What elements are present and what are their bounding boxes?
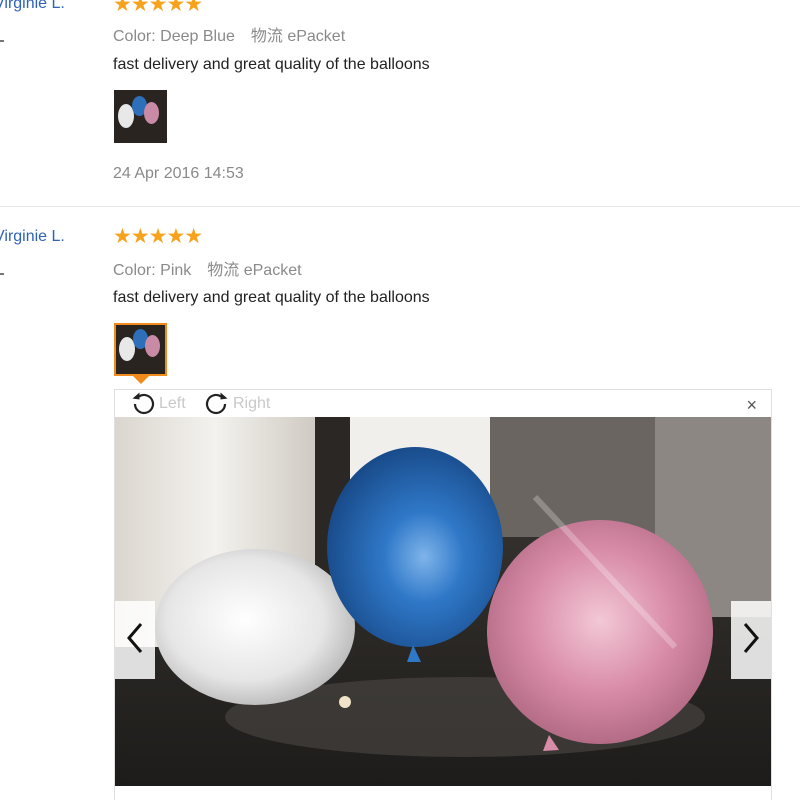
- photo-viewer: Left Right ×: [114, 389, 772, 800]
- balloons-photo: [115, 417, 771, 786]
- shipping-value: ePacket: [287, 28, 346, 45]
- rating-stars: ★★★★★: [113, 225, 203, 248]
- rotate-right-icon: [203, 391, 231, 417]
- color-value: Deep Blue: [160, 28, 235, 45]
- viewer-footer: [115, 786, 771, 800]
- shipping-value: ePacket: [243, 262, 302, 279]
- reviewer-country-marker: [0, 40, 4, 42]
- previous-photo-button[interactable]: [115, 601, 155, 679]
- order-attributes: Color: Deep Blue 物流 ePacket: [113, 22, 345, 46]
- chevron-left-icon: [125, 622, 145, 659]
- shipping-label: 物流: [250, 28, 283, 45]
- next-photo-button[interactable]: [731, 601, 771, 679]
- color-label: Color:: [113, 28, 156, 45]
- rotate-right-label: Right: [233, 394, 271, 412]
- order-attributes: Color: Pink 物流 ePacket: [113, 256, 302, 280]
- reviewer-country-marker: [0, 273, 4, 275]
- reviewer-name[interactable]: Virginie L.: [0, 0, 65, 13]
- review-text: fast delivery and great quality of the b…: [113, 56, 430, 73]
- review-text: fast delivery and great quality of the b…: [113, 289, 430, 306]
- rotate-right-button[interactable]: Right: [203, 390, 270, 417]
- rotate-left-label: Left: [159, 394, 186, 412]
- color-label: Color:: [113, 262, 156, 279]
- reviewer-name[interactable]: Virginie L.: [0, 228, 65, 246]
- review-photo-thumbnail[interactable]: [114, 90, 167, 143]
- viewer-toolbar: Left Right ×: [115, 390, 771, 417]
- review-photo-thumbnail-selected[interactable]: [114, 323, 167, 376]
- selected-thumbnail-pointer: [133, 376, 149, 384]
- shipping-label: 物流: [207, 262, 240, 279]
- review-photo: [115, 417, 771, 786]
- rating-stars: ★★★★★: [113, 0, 203, 16]
- review-date: 24 Apr 2016 14:53: [113, 165, 244, 182]
- color-value: Pink: [160, 262, 192, 279]
- review-item: Virginie L. ★★★★★ Color: Deep Blue 物流 ePa…: [0, 0, 800, 206]
- close-icon[interactable]: ×: [746, 396, 757, 414]
- chevron-right-icon: [741, 622, 761, 659]
- rotate-left-button[interactable]: Left: [129, 390, 186, 417]
- rotate-left-icon: [129, 391, 157, 417]
